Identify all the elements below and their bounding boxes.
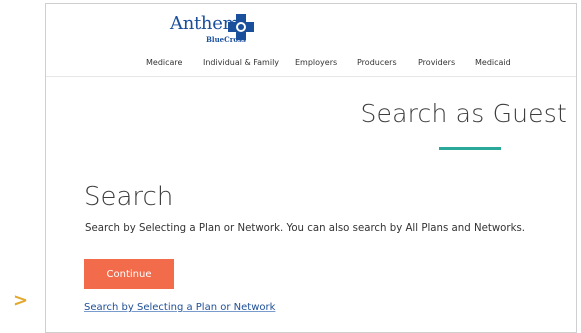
nav-item-medicare[interactable]: Medicare: [146, 58, 182, 67]
main-nav: Medicare Individual & Family Employers P…: [46, 48, 576, 77]
nav-item-producers[interactable]: Producers: [357, 58, 397, 67]
search-by-plan-link[interactable]: Search by Selecting a Plan or Network: [84, 302, 275, 313]
step-pointer-icon: >: [13, 290, 29, 311]
search-heading: Search: [84, 182, 174, 212]
title-underline: [439, 147, 501, 150]
blue-cross-icon: [228, 14, 254, 40]
page-title: Search as Guest: [360, 99, 567, 128]
continue-button[interactable]: Continue: [84, 259, 174, 289]
search-description: Search by Selecting a Plan or Network. Y…: [85, 223, 526, 234]
nav-item-medicaid[interactable]: Medicaid: [475, 58, 511, 67]
browser-page: Anthem BlueCross Medicare Individual & F…: [45, 3, 577, 333]
nav-item-employers[interactable]: Employers: [295, 58, 337, 67]
nav-item-providers[interactable]: Providers: [418, 58, 455, 67]
nav-item-individual-family[interactable]: Individual & Family: [203, 58, 279, 67]
